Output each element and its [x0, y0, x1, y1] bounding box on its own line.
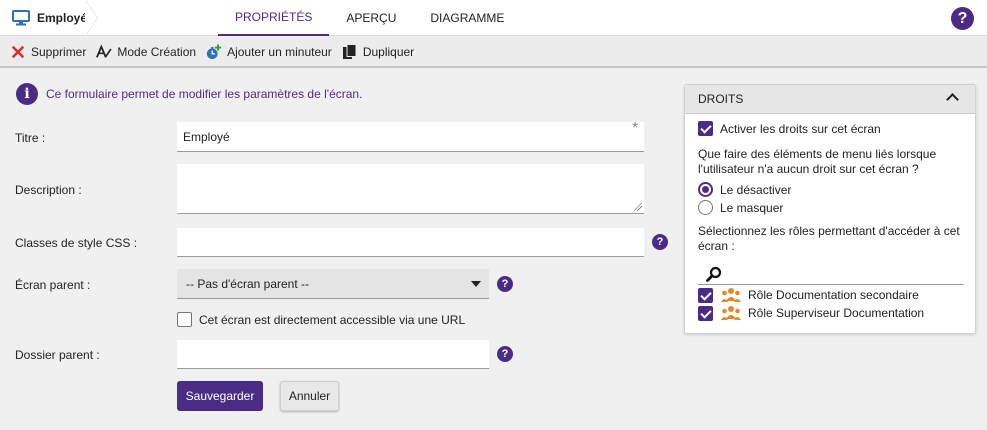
add-timer-label: Ajouter un minuteur — [227, 44, 332, 59]
css-classes-label: Classes de style CSS : — [15, 236, 138, 250]
info-text: Ce formulaire permet de modifier les par… — [46, 87, 363, 101]
breadcrumb-screen-name: Employé — [37, 11, 88, 25]
required-mark: * — [632, 120, 639, 137]
url-access-label: Cet écran est directement accessible via… — [199, 312, 466, 327]
parent-screen-select[interactable]: -- Pas d'écran parent -- — [177, 269, 489, 299]
design-mode-icon — [96, 43, 112, 60]
design-mode-button[interactable]: Mode Création — [96, 43, 197, 60]
duplicate-icon — [342, 43, 358, 60]
option-hide-radio-dot[interactable] — [698, 200, 713, 215]
duplicate-button[interactable]: Dupliquer — [342, 43, 415, 60]
enable-rights-box[interactable] — [698, 121, 713, 136]
users-group-icon — [720, 305, 742, 321]
url-access-checkbox[interactable]: Cet écran est directement accessible via… — [177, 312, 465, 327]
role-item[interactable]: Rôle Documentation secondaire — [698, 287, 919, 303]
parent-folder-input[interactable] — [177, 340, 489, 369]
css-help-icon[interactable]: ? — [652, 234, 668, 250]
tab-diagram[interactable]: DIAGRAMME — [413, 0, 521, 36]
save-button[interactable]: Sauvegarder — [177, 381, 263, 411]
roles-prompt: Sélectionnez les rôles permettant d'accé… — [698, 224, 960, 253]
search-icon — [706, 266, 722, 285]
css-classes-input[interactable] — [177, 228, 644, 257]
add-timer-button[interactable]: Ajouter un minuteur — [206, 43, 332, 60]
breadcrumb-separator — [85, 0, 98, 36]
top-bar: Employé PROPRIÉTÉS APERÇU DIAGRAMME ? — [0, 0, 987, 36]
users-group-icon — [720, 287, 742, 303]
tab-bar: PROPRIÉTÉS APERÇU DIAGRAMME — [218, 0, 521, 36]
description-textarea[interactable] — [177, 164, 644, 214]
parent-screen-selected: -- Pas d'écran parent -- — [186, 276, 310, 291]
role-checkbox[interactable] — [698, 287, 713, 303]
option-disable-radio-dot[interactable] — [698, 182, 713, 197]
title-input[interactable] — [177, 122, 644, 152]
delete-button-label: Supprimer — [31, 44, 87, 59]
tab-properties[interactable]: PROPRIÉTÉS — [218, 0, 330, 36]
option-hide-label: Le masquer — [720, 200, 784, 215]
parent-screen-help-icon[interactable]: ? — [497, 276, 513, 292]
help-icon[interactable]: ? — [951, 7, 974, 30]
resize-grip[interactable] — [634, 203, 642, 211]
chevron-up-icon[interactable] — [946, 93, 959, 106]
roles-search-input[interactable] — [698, 263, 964, 285]
info-icon: i — [16, 83, 38, 105]
title-label: Titre : — [15, 131, 46, 145]
enable-rights-label: Activer les droits sur cet écran — [720, 121, 881, 136]
rights-panel-header[interactable]: DROITS — [685, 85, 975, 114]
role-checkbox[interactable] — [698, 305, 713, 321]
duplicate-label: Dupliquer — [362, 44, 415, 59]
role-label: Rôle Documentation secondaire — [748, 288, 919, 302]
cancel-button[interactable]: Annuler — [280, 381, 339, 411]
rights-panel: DROITS Activer les droits sur cet écran … — [684, 84, 976, 334]
option-disable-label: Le désactiver — [720, 182, 792, 197]
url-access-box[interactable] — [177, 312, 192, 327]
chevron-down-icon — [471, 281, 481, 287]
info-message: i Ce formulaire permet de modifier les p… — [16, 83, 362, 105]
enable-rights-checkbox[interactable]: Activer les droits sur cet écran — [698, 121, 881, 136]
parent-screen-label: Écran parent : — [15, 278, 91, 292]
description-label: Description : — [15, 183, 82, 197]
option-hide-radio[interactable]: Le masquer — [698, 200, 783, 215]
design-mode-label: Mode Création — [117, 44, 197, 59]
timer-add-icon — [206, 43, 222, 60]
delete-button[interactable]: Supprimer — [10, 44, 86, 60]
option-disable-radio[interactable]: Le désactiver — [698, 182, 791, 197]
tab-preview[interactable]: APERÇU — [329, 0, 413, 36]
parent-folder-label: Dossier parent : — [15, 348, 100, 362]
menu-behaviour-question: Que faire des éléments de menu liés lors… — [698, 147, 937, 176]
toolbar: Supprimer Mode Création Ajouter un minut… — [0, 37, 987, 68]
role-item[interactable]: Rôle Superviseur Documentation — [698, 305, 924, 321]
close-icon — [10, 44, 26, 60]
rights-panel-title: DROITS — [698, 92, 744, 106]
parent-folder-help-icon[interactable]: ? — [497, 346, 513, 362]
monitor-icon — [12, 10, 30, 26]
role-label: Rôle Superviseur Documentation — [748, 306, 925, 320]
